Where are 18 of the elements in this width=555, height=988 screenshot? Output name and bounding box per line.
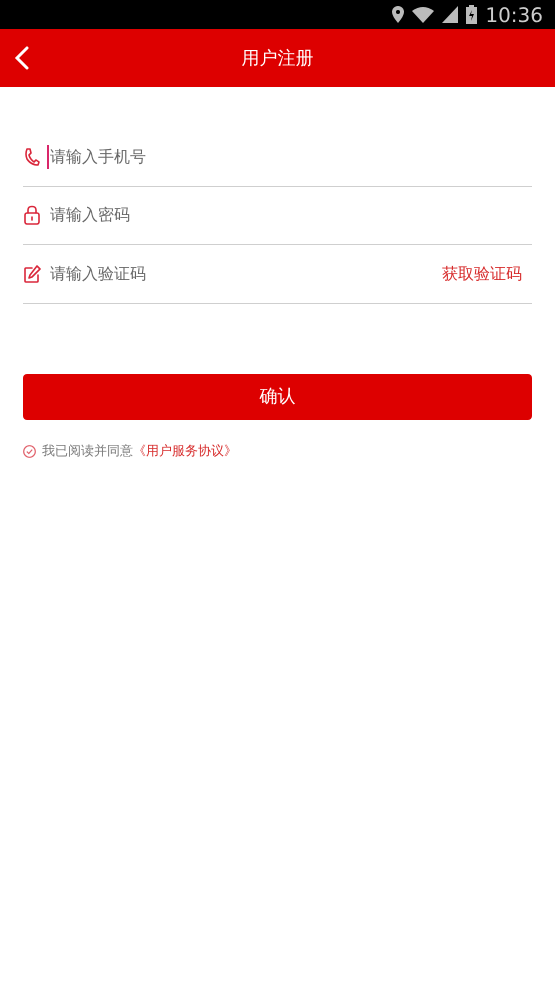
- status-time: 10:36: [485, 4, 543, 24]
- wifi-icon: [412, 6, 434, 23]
- battery-icon: [466, 5, 478, 24]
- back-icon: [15, 46, 29, 70]
- signal-icon: [442, 6, 458, 23]
- agreement-text: 我已阅读并同意: [42, 442, 133, 460]
- header-title: 用户注册: [242, 46, 314, 70]
- checked-circle-icon[interactable]: [23, 444, 36, 458]
- input-field[interactable]: 请输入验证码: [47, 262, 436, 286]
- input-field[interactable]: 请输入手机号: [47, 144, 532, 169]
- edit-icon: [23, 264, 41, 284]
- agreement-link[interactable]: 《用户服务协议》: [133, 442, 237, 461]
- location-icon: [392, 6, 404, 23]
- get-code-button[interactable]: 获取验证码: [442, 262, 532, 286]
- phone-icon: [23, 146, 41, 167]
- confirm-button[interactable]: 确认: [23, 374, 532, 420]
- input-field[interactable]: 请输入密码: [47, 203, 532, 228]
- lock-icon: [23, 205, 41, 226]
